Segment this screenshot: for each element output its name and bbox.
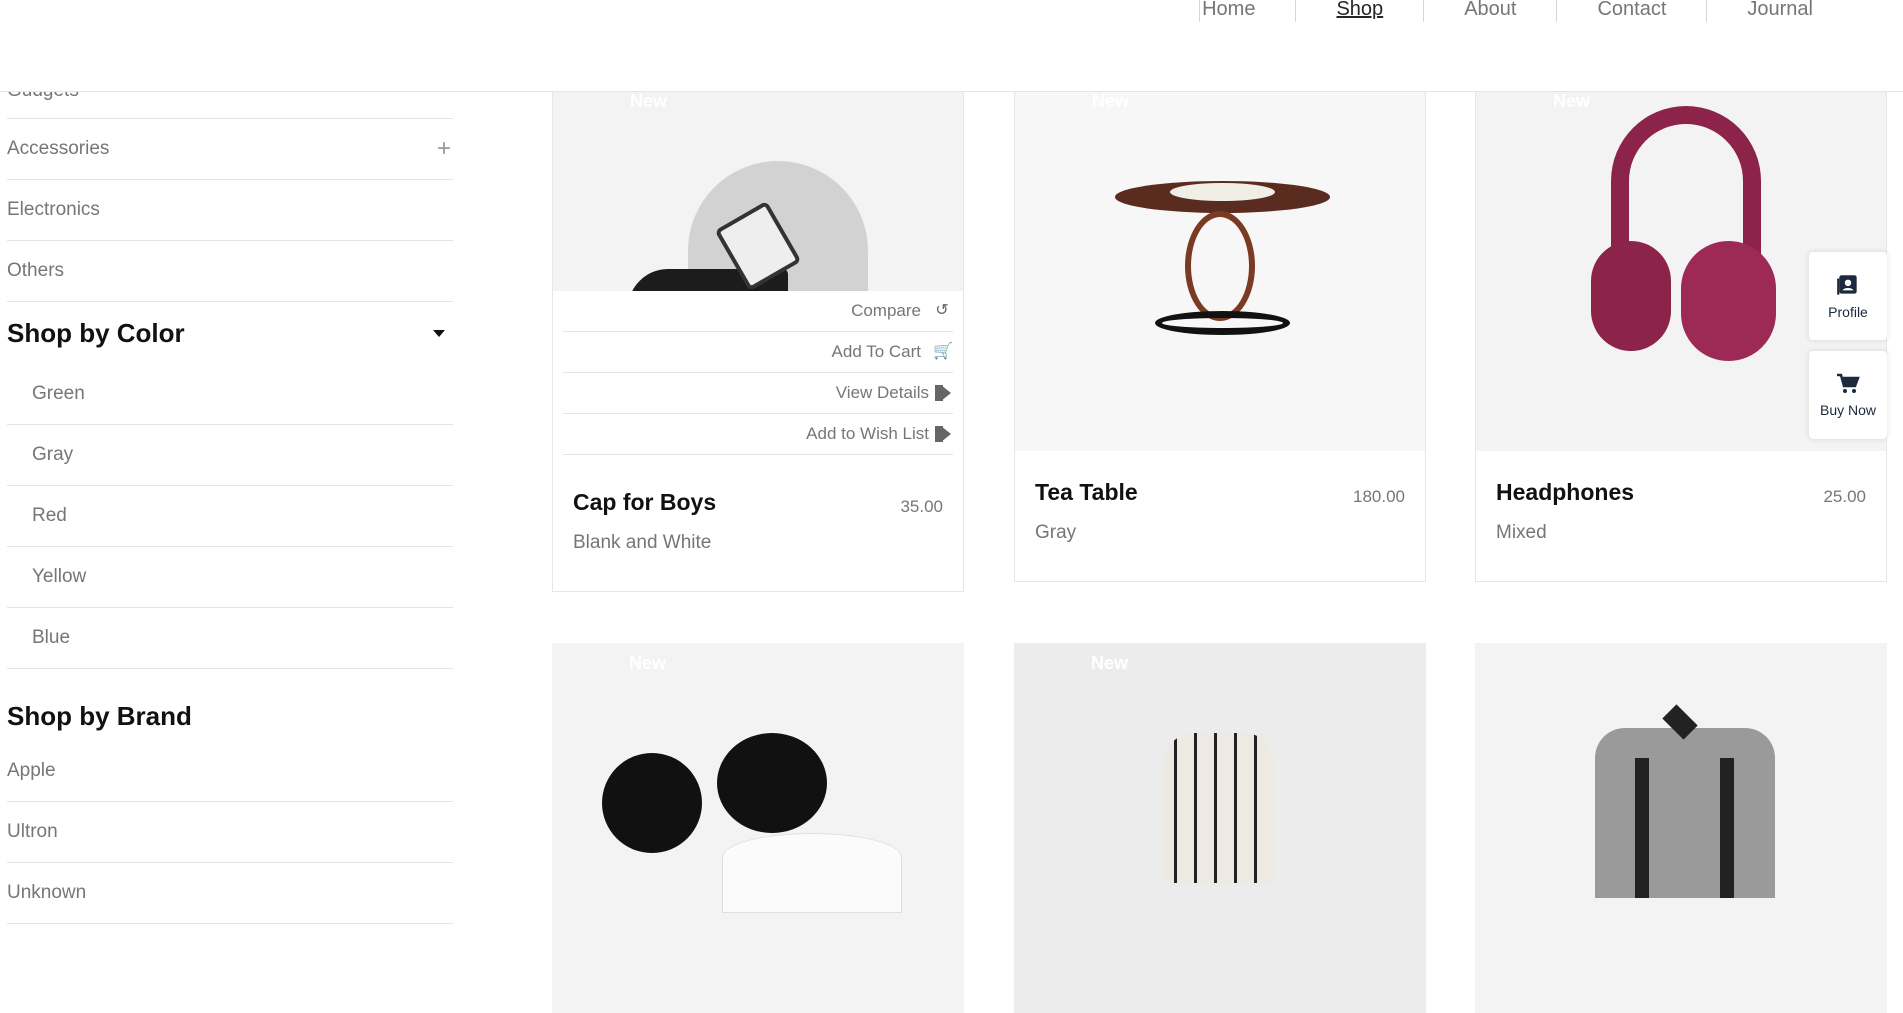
nav-contact[interactable]: Contact bbox=[1556, 0, 1706, 22]
add-to-wishlist-label: Add to Wish List bbox=[806, 424, 929, 443]
product-color: Mixed bbox=[1496, 522, 1547, 543]
nav-journal[interactable]: Journal bbox=[1706, 0, 1853, 22]
product-image[interactable]: New bbox=[1015, 81, 1425, 451]
color-label: Gray bbox=[32, 444, 74, 465]
color-label: Yellow bbox=[32, 566, 87, 587]
backpack-image bbox=[1595, 728, 1775, 898]
nav-shop[interactable]: Shop bbox=[1295, 0, 1423, 22]
profile-button[interactable]: Profile bbox=[1809, 252, 1887, 340]
compare-label: Compare bbox=[851, 301, 921, 320]
product-card[interactable]: New bbox=[552, 643, 964, 1013]
profile-icon bbox=[1837, 275, 1857, 295]
category-label: Accessories bbox=[7, 138, 110, 159]
add-to-wishlist-button[interactable]: Add to Wish List bbox=[563, 414, 953, 455]
product-image[interactable]: New bbox=[1014, 643, 1426, 1013]
color-blue[interactable]: Blue bbox=[7, 608, 453, 669]
table-base bbox=[1155, 311, 1290, 335]
compare-icon: ↺ bbox=[935, 302, 949, 319]
product-card[interactable] bbox=[1475, 643, 1887, 1013]
product-image[interactable]: New bbox=[552, 643, 964, 1013]
view-details-button[interactable]: View Details bbox=[563, 373, 953, 414]
category-label: Others bbox=[7, 260, 65, 281]
product-price: 25.00 bbox=[1823, 487, 1866, 506]
pedestal bbox=[722, 833, 902, 913]
category-electronics[interactable]: Electronics bbox=[7, 180, 453, 241]
headphones-cup bbox=[1591, 241, 1671, 351]
add-to-cart-label: Add To Cart bbox=[831, 342, 921, 361]
buy-now-label: Buy Now bbox=[1819, 402, 1877, 418]
color-red[interactable]: Red bbox=[7, 486, 453, 547]
category-label: Electronics bbox=[7, 199, 100, 220]
nav-home[interactable]: Home bbox=[1199, 0, 1295, 22]
arrow-tag-icon bbox=[935, 426, 951, 442]
category-others[interactable]: Others bbox=[7, 241, 453, 302]
cart-icon bbox=[1837, 373, 1860, 393]
header: Home Shop About Contact Journal bbox=[0, 0, 1903, 92]
product-price: 180.00 bbox=[1353, 487, 1405, 506]
compare-button[interactable]: Compare ↺ bbox=[563, 291, 953, 332]
strap bbox=[1720, 758, 1734, 898]
product-image[interactable] bbox=[1475, 643, 1887, 1013]
caret-down-icon bbox=[433, 329, 445, 337]
table-image bbox=[1115, 181, 1330, 213]
product-price: 35.00 bbox=[900, 497, 943, 516]
product-info: Cap for Boys 35.00 Blank and White bbox=[553, 461, 963, 591]
plus-icon[interactable]: + bbox=[437, 135, 453, 163]
sunglasses-image bbox=[602, 733, 827, 853]
shop-by-brand-heading: Shop by Brand bbox=[7, 691, 453, 741]
new-badge: New bbox=[1553, 91, 1591, 111]
buy-now-button[interactable]: Buy Now bbox=[1809, 351, 1887, 439]
brand-unknown[interactable]: Unknown bbox=[7, 863, 453, 924]
cart-icon: 🛒 bbox=[933, 343, 953, 360]
table-leg bbox=[1185, 211, 1255, 321]
brand-ultron[interactable]: Ultron bbox=[7, 802, 453, 863]
product-info: Headphones 25.00 Mixed bbox=[1476, 451, 1886, 581]
add-to-cart-button[interactable]: Add To Cart 🛒 bbox=[563, 332, 953, 373]
product-name[interactable]: Tea Table bbox=[1035, 479, 1405, 506]
brand-label: Apple bbox=[7, 760, 56, 781]
heading-label: Shop by Color bbox=[7, 317, 185, 348]
color-label: Red bbox=[32, 505, 67, 526]
view-details-label: View Details bbox=[835, 383, 929, 402]
new-badge: New bbox=[630, 91, 668, 111]
product-card[interactable]: New Tea Table 180.00 Gray bbox=[1014, 80, 1426, 582]
new-badge: New bbox=[1092, 91, 1130, 111]
lens bbox=[602, 753, 702, 853]
profile-label: Profile bbox=[1828, 304, 1868, 320]
brand-apple[interactable]: Apple bbox=[7, 741, 453, 802]
color-yellow[interactable]: Yellow bbox=[7, 547, 453, 608]
product-actions: Compare ↺ Add To Cart 🛒 View Details Add… bbox=[553, 291, 963, 461]
product-color: Blank and White bbox=[573, 532, 712, 553]
product-color: Gray bbox=[1035, 522, 1077, 543]
color-gray[interactable]: Gray bbox=[7, 425, 453, 486]
color-label: Blue bbox=[32, 627, 71, 648]
lens bbox=[717, 733, 827, 833]
color-green[interactable]: Green bbox=[7, 364, 453, 425]
main-nav: Home Shop About Contact Journal bbox=[1199, 0, 1853, 22]
product-info: Tea Table 180.00 Gray bbox=[1015, 451, 1425, 581]
new-badge: New bbox=[1091, 653, 1129, 673]
strap bbox=[1635, 758, 1649, 898]
sidebar: Gudgets Accessories + Electronics Others… bbox=[7, 80, 453, 924]
color-label: Green bbox=[32, 383, 85, 404]
arrow-tag-icon bbox=[935, 385, 951, 401]
vase-image bbox=[1164, 733, 1274, 883]
heading-label: Shop by Brand bbox=[7, 700, 192, 731]
product-name[interactable]: Headphones bbox=[1496, 479, 1866, 506]
headphones-cup bbox=[1681, 241, 1776, 361]
product-card[interactable]: New bbox=[1014, 643, 1426, 1013]
category-accessories[interactable]: Accessories + bbox=[7, 119, 453, 180]
new-badge: New bbox=[629, 653, 667, 673]
nav-about[interactable]: About bbox=[1423, 0, 1556, 22]
product-image[interactable]: New bbox=[553, 81, 963, 291]
product-card[interactable]: New Compare ↺ Add To Cart 🛒 View Details… bbox=[552, 80, 964, 592]
brand-label: Ultron bbox=[7, 821, 58, 842]
shop-by-color-heading[interactable]: Shop by Color bbox=[7, 302, 453, 364]
brand-label: Unknown bbox=[7, 882, 87, 903]
product-name[interactable]: Cap for Boys bbox=[573, 489, 943, 516]
